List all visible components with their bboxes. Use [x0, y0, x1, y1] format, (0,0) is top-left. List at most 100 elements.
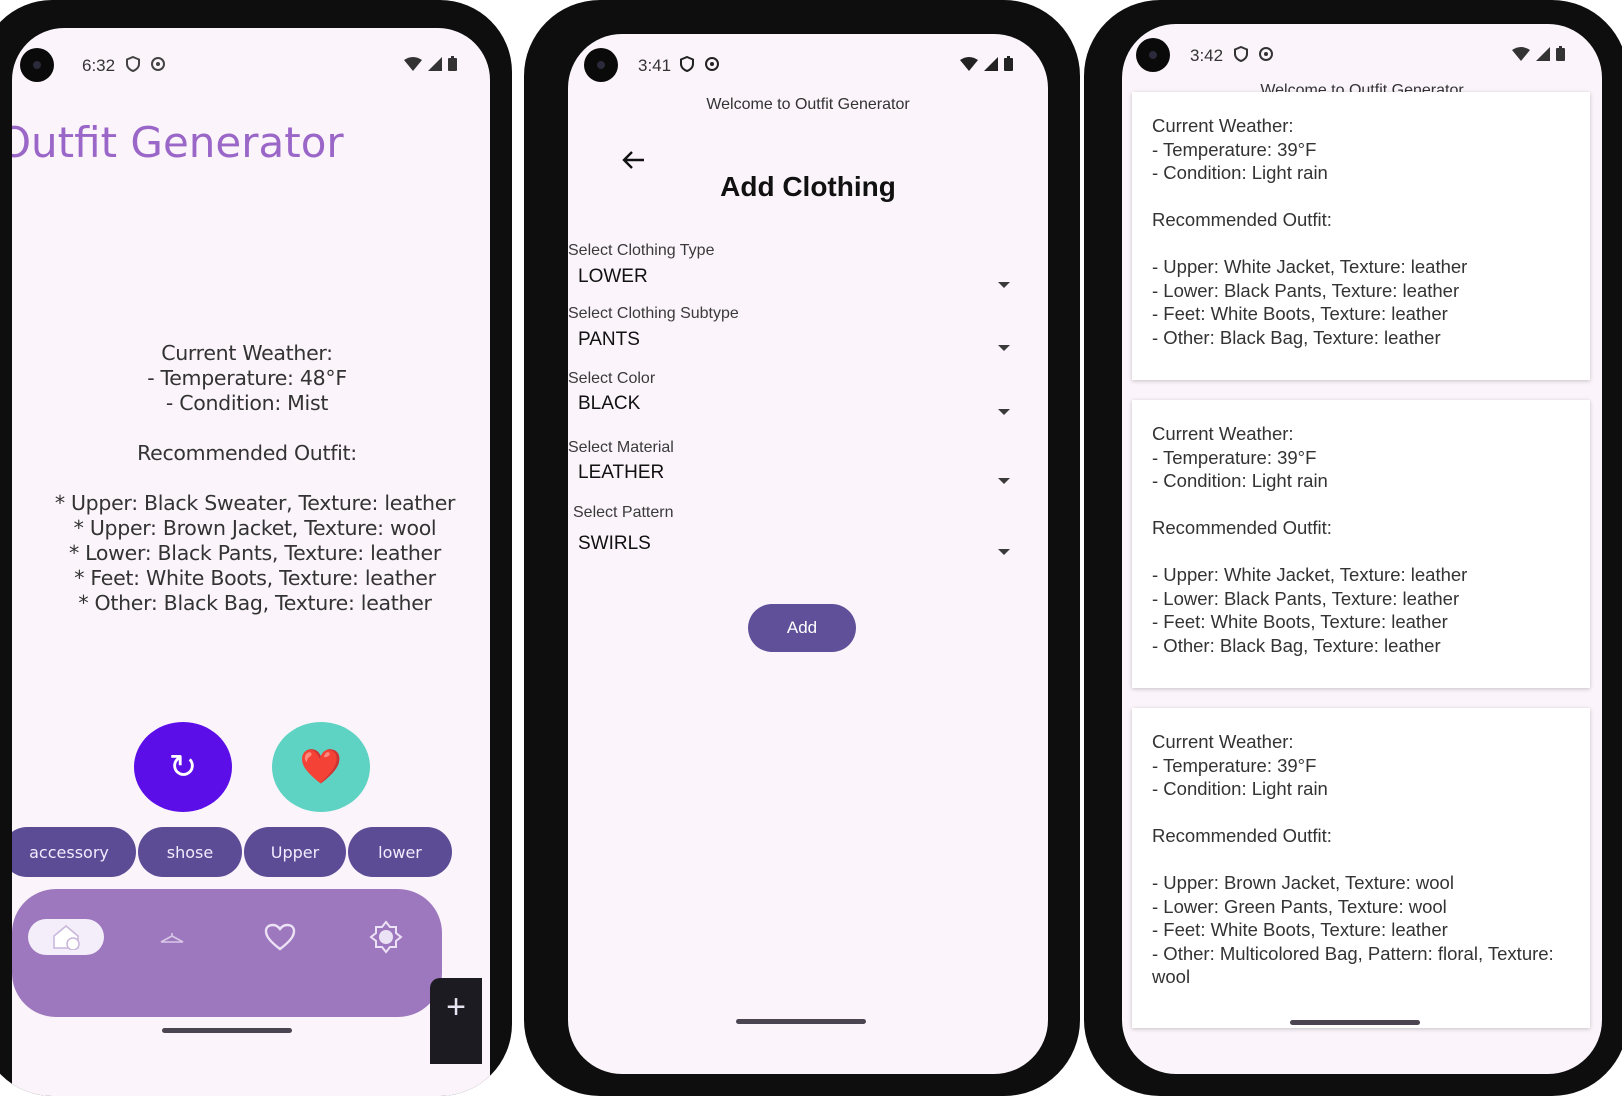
card-line: [1152, 232, 1570, 256]
signal-icon: [428, 56, 442, 71]
add-button[interactable]: Add: [748, 604, 856, 652]
card-line: - Other: Black Bag, Texture: leather: [1152, 326, 1441, 348]
outfit-line: * Other: Black Bag, Texture: leather: [78, 591, 432, 615]
wifi-icon: [404, 56, 422, 71]
status-system-icons: [1512, 46, 1565, 61]
card-line: [1152, 540, 1570, 564]
arrow-back-icon: [622, 151, 644, 169]
wifi-icon: [1512, 46, 1530, 61]
chip-lower[interactable]: lower: [348, 827, 452, 877]
outfit-card[interactable]: Current Weather: - Temperature: 39°F - C…: [1132, 708, 1590, 1028]
outfit-line: * Feet: White Boots, Texture: leather: [74, 566, 436, 590]
welcome-title: Welcome to Outfit Generator: [706, 96, 910, 113]
card-line: - Upper: Brown Jacket, Texture: wool: [1152, 872, 1454, 893]
card-line: Recommended Outfit:: [1152, 825, 1332, 846]
card-line: [1152, 801, 1570, 825]
current-weather-block: Current Weather: - Temperature: 48°F - C…: [12, 341, 482, 416]
nav-home[interactable]: [28, 919, 104, 955]
battery-icon: [448, 56, 457, 71]
card-line: - Lower: Black Pants, Texture: leather: [1152, 587, 1460, 609]
shield-icon: [1234, 46, 1248, 62]
status-notification-icons: [1234, 46, 1274, 62]
bottom-navigation-bar: [12, 889, 442, 1017]
phone-outfit-generator: 6:32 Outfit Generator Current Weather: -…: [0, 0, 512, 1096]
gesture-home-bar: [162, 1028, 292, 1033]
outfit-line: * Upper: Black Sweater, Texture: leather: [54, 491, 456, 515]
nav-closet[interactable]: [152, 919, 192, 955]
gesture-home-bar: [736, 1019, 866, 1024]
field-label: Select Color: [568, 370, 656, 387]
refresh-icon: ↻: [168, 747, 198, 787]
outfit-card[interactable]: Current Weather: - Temperature: 39°F - C…: [1132, 92, 1590, 380]
card-line: [1152, 848, 1570, 872]
add-fab-button[interactable]: +: [430, 978, 482, 1064]
field-value: PANTS: [578, 329, 640, 350]
field-label: Select Clothing Subtype: [568, 305, 739, 322]
status-time: 3:42: [1190, 46, 1224, 65]
nav-favorites[interactable]: [260, 919, 300, 955]
hanger-icon: [160, 933, 184, 943]
signal-icon: [1536, 46, 1550, 61]
screen-outfit-history: 3:42 Welcome to Outfit Generator Current…: [1122, 24, 1602, 1074]
sync-icon: [1259, 47, 1273, 61]
sync-icon: [705, 57, 719, 71]
chip-shose[interactable]: shose: [138, 827, 242, 877]
weather-line: Current Weather:: [161, 341, 333, 365]
sync-icon: [151, 57, 165, 71]
welcome-title-clipped: Welcome to Outfit Generator: [1122, 82, 1602, 92]
dropdown-arrow-icon: [998, 282, 1010, 288]
welcome-title: Welcome to Outfit Generator: [1260, 82, 1464, 92]
battery-icon: [1556, 46, 1565, 61]
card-line: - Temperature: 39°F: [1152, 138, 1317, 160]
card-line: - Temperature: 39°F: [1152, 754, 1317, 776]
refresh-outfit-button[interactable]: ↻: [134, 722, 232, 812]
status-notification-icons: [126, 56, 166, 72]
front-camera: [1136, 38, 1170, 72]
status-system-icons: [404, 56, 457, 71]
card-line: - Temperature: 39°F: [1152, 446, 1317, 468]
chip-upper[interactable]: Upper: [244, 827, 346, 877]
field-value: SWIRLS: [578, 533, 651, 554]
card-line: Current Weather:: [1152, 423, 1294, 444]
phone-add-clothing: 3:41 Welcome to Outfit Generator Add Clo…: [524, 0, 1080, 1096]
card-line: - Other: Black Bag, Texture: leather: [1152, 634, 1441, 656]
dropdown-arrow-icon: [998, 549, 1010, 555]
card-line: Current Weather:: [1152, 731, 1294, 752]
heart-outline-icon: [264, 923, 296, 951]
status-notification-icons: [680, 56, 720, 72]
weather-line: - Temperature: 48°F: [147, 366, 347, 390]
dropdown-arrow-icon: [998, 409, 1010, 415]
dropdown-arrow-icon: [998, 478, 1010, 484]
card-line: - Condition: Light rain: [1152, 778, 1328, 799]
card-line: - Lower: Black Pants, Texture: leather: [1152, 279, 1460, 301]
status-system-icons: [960, 56, 1013, 71]
field-value: LOWER: [578, 266, 648, 287]
plus-icon: +: [446, 988, 466, 1026]
card-line: - Upper: White Jacket, Texture: leather: [1152, 256, 1468, 277]
brightness-settings-icon: [369, 920, 403, 954]
back-button[interactable]: [620, 146, 648, 174]
field-label: Select Material: [568, 439, 674, 456]
card-line: - Lower: Green Pants, Texture: wool: [1152, 895, 1447, 917]
outfit-card[interactable]: Current Weather: - Temperature: 39°F - C…: [1132, 400, 1590, 688]
wifi-icon: [960, 56, 978, 71]
home-icon: [53, 925, 80, 950]
weather-line: - Condition: Mist: [165, 391, 329, 415]
card-line: - Upper: White Jacket, Texture: leather: [1152, 564, 1468, 585]
card-line: - Condition: Light rain: [1152, 162, 1328, 183]
field-label: Select Pattern: [573, 504, 674, 521]
card-line: - Feet: White Boots, Texture: leather: [1152, 611, 1448, 632]
card-line: - Feet: White Boots, Texture: leather: [1152, 303, 1448, 324]
favorite-outfit-button[interactable]: ❤️: [272, 722, 370, 812]
front-camera: [584, 48, 618, 82]
app-title: Outfit Generator: [12, 118, 344, 167]
battery-icon: [1004, 56, 1013, 71]
card-line: Recommended Outfit:: [1152, 209, 1332, 230]
chip-accessory[interactable]: accessory: [12, 827, 136, 877]
nav-settings[interactable]: [366, 919, 406, 955]
shield-icon: [680, 56, 694, 72]
status-time: 6:32: [82, 56, 116, 75]
card-line: - Condition: Light rain: [1152, 470, 1328, 491]
heart-icon: ❤️: [299, 747, 343, 787]
recommended-outfit-list: * Upper: Black Sweater, Texture: leather…: [20, 491, 490, 616]
